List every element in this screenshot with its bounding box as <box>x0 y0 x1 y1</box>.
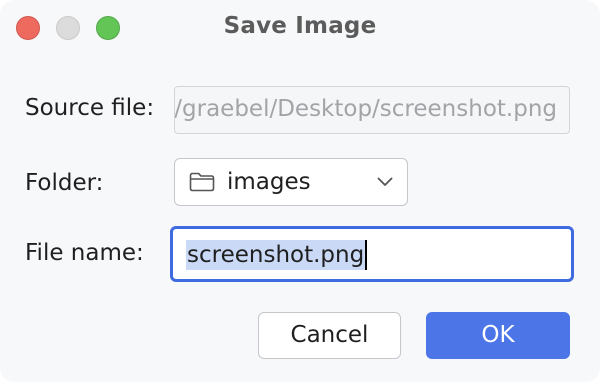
file-name-content: screenshot.png <box>186 239 368 271</box>
folder-value: images <box>227 169 311 195</box>
source-file-label: Source file: <box>25 95 155 121</box>
title-bar: Save Image <box>0 0 600 52</box>
dialog-title: Save Image <box>223 13 377 39</box>
file-name-selected-text: screenshot.png <box>186 240 366 270</box>
chevron-down-icon <box>377 177 393 186</box>
cancel-button[interactable]: Cancel <box>258 312 401 359</box>
ok-button[interactable]: OK <box>426 312 570 359</box>
folder-icon <box>189 172 215 192</box>
source-file-value: /Users/graebel/Desktop/screenshot.png <box>174 96 557 122</box>
source-file-field: /Users/graebel/Desktop/screenshot.png <box>174 86 570 134</box>
folder-label: Folder: <box>25 170 104 196</box>
save-image-dialog: Save Image Source file: /Users/graebel/D… <box>0 0 600 382</box>
text-caret <box>365 240 368 270</box>
folder-select[interactable]: images <box>174 158 408 206</box>
file-name-label: File name: <box>25 240 144 266</box>
file-name-input[interactable]: screenshot.png <box>170 226 574 282</box>
